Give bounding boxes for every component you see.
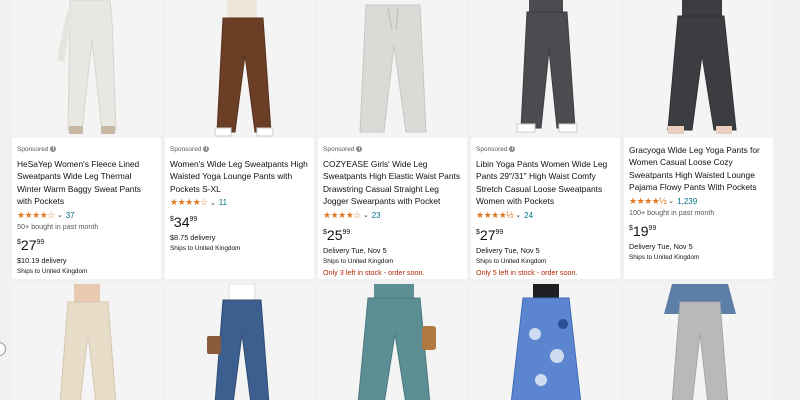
price[interactable]: $34 99 [170,215,310,229]
star-rating-icon[interactable]: ★★★★☆ [17,210,55,221]
sponsored-label[interactable]: Sponsored i [323,144,463,154]
product-image[interactable] [471,0,620,138]
star-rating-icon[interactable]: ★★★★½ [476,210,514,221]
product-image[interactable] [12,284,161,400]
chevron-down-icon[interactable]: ⌄ [668,197,674,205]
rating-count[interactable]: 37 [66,211,75,220]
chevron-down-icon[interactable]: ⌄ [57,211,63,219]
product-card[interactable]: Sponsored i HeSaYep Women's Fleece Lined … [12,0,161,279]
ships-to: Ships to United Kingdom [476,257,547,265]
product-card[interactable] [318,284,467,400]
product-image[interactable] [318,0,467,138]
product-grid: Sponsored i HeSaYep Women's Fleece Lined … [0,0,800,400]
ships-to: Ships to United Kingdom [170,245,241,253]
product-image[interactable] [624,284,773,400]
scroll-left-button[interactable] [0,342,6,356]
product-card[interactable] [165,284,314,400]
chevron-down-icon[interactable]: ⌄ [210,199,216,207]
product-title[interactable]: Gracyoga Wide Leg Yoga Pants for Women C… [629,144,769,194]
product-image[interactable] [165,284,314,400]
info-icon[interactable]: i [203,146,210,152]
price[interactable]: $25 99 [323,228,463,242]
product-card[interactable]: Sponsored i COZYEASE Girls' Wide Leg Swea… [318,0,467,279]
product-card[interactable] [624,284,773,400]
rating[interactable]: ★★★★☆ ⌄ 37 [17,210,157,221]
rating-count[interactable]: 24 [524,211,533,220]
ships-to: Ships to United Kingdom [17,267,88,275]
chevron-down-icon[interactable]: ⌄ [515,211,521,219]
product-card[interactable] [471,284,620,400]
product-title[interactable]: COZYEASE Girls' Wide Leg Sweatpants High… [323,158,463,208]
product-image[interactable] [318,284,467,400]
rating[interactable]: ★★★★☆ ⌄ 11 [170,197,310,208]
product-title[interactable]: Women's Wide Leg Sweatpants High Waisted… [170,158,310,195]
rating[interactable]: ★★★★½ ⌄ 24 [476,210,616,221]
product-card[interactable]: Sponsored i Libin Yoga Pants Women Wide L… [471,0,620,279]
product-image[interactable] [12,0,161,138]
ships-to: Ships to United Kingdom [323,257,394,265]
price[interactable]: $19 99 [629,224,769,238]
sponsored-label[interactable]: Sponsored i [17,144,157,154]
rating[interactable]: ★★★★½ ⌄ 1,239 [629,196,769,207]
bought-count: 50+ bought in past month [17,221,99,231]
product-image[interactable] [471,284,620,400]
star-rating-icon[interactable]: ★★★★½ [629,196,667,207]
product-title[interactable]: HeSaYep Women's Fleece Lined Sweatpants … [17,158,157,208]
chevron-down-icon[interactable]: ⌄ [363,211,369,219]
star-rating-icon[interactable]: ★★★★☆ [323,210,361,221]
product-card[interactable]: Gracyoga Wide Leg Yoga Pants for Women C… [624,0,773,279]
rating[interactable]: ★★★★☆ ⌄ 23 [323,210,463,221]
info-icon[interactable]: i [356,146,363,152]
star-rating-icon[interactable]: ★★★★☆ [170,197,208,208]
sponsored-label[interactable]: Sponsored i [170,144,310,154]
product-title[interactable]: Libin Yoga Pants Women Wide Leg Pants 29… [476,158,616,208]
rating-count[interactable]: 11 [219,198,227,207]
info-icon[interactable]: i [509,146,516,152]
delivery-info: $8.75 delivery [170,233,216,243]
product-image[interactable] [624,0,773,138]
ships-to: Ships to United Kingdom [629,253,700,261]
product-card[interactable] [12,284,161,400]
product-image[interactable] [165,0,314,138]
price[interactable]: $27 99 [476,228,616,242]
info-icon[interactable]: i [50,146,57,152]
price[interactable]: $27 99 [17,238,157,252]
sponsored-label[interactable]: Sponsored i [476,144,616,154]
stock-warning: Only 3 left in stock - order soon. [323,267,425,277]
product-card[interactable]: Sponsored i Women's Wide Leg Sweatpants H… [165,0,314,279]
delivery-info: $10.19 delivery [17,255,67,265]
delivery-info: Delivery Tue, Nov 5 [629,241,693,251]
rating-count[interactable]: 1,239 [677,197,697,206]
delivery-info: Delivery Tue, Nov 5 [323,245,387,255]
stock-warning: Only 5 left in stock - order soon. [476,267,578,277]
rating-count[interactable]: 23 [372,211,381,220]
delivery-info: Delivery Tue, Nov 5 [476,245,540,255]
bought-count: 100+ bought in past month [629,207,715,217]
